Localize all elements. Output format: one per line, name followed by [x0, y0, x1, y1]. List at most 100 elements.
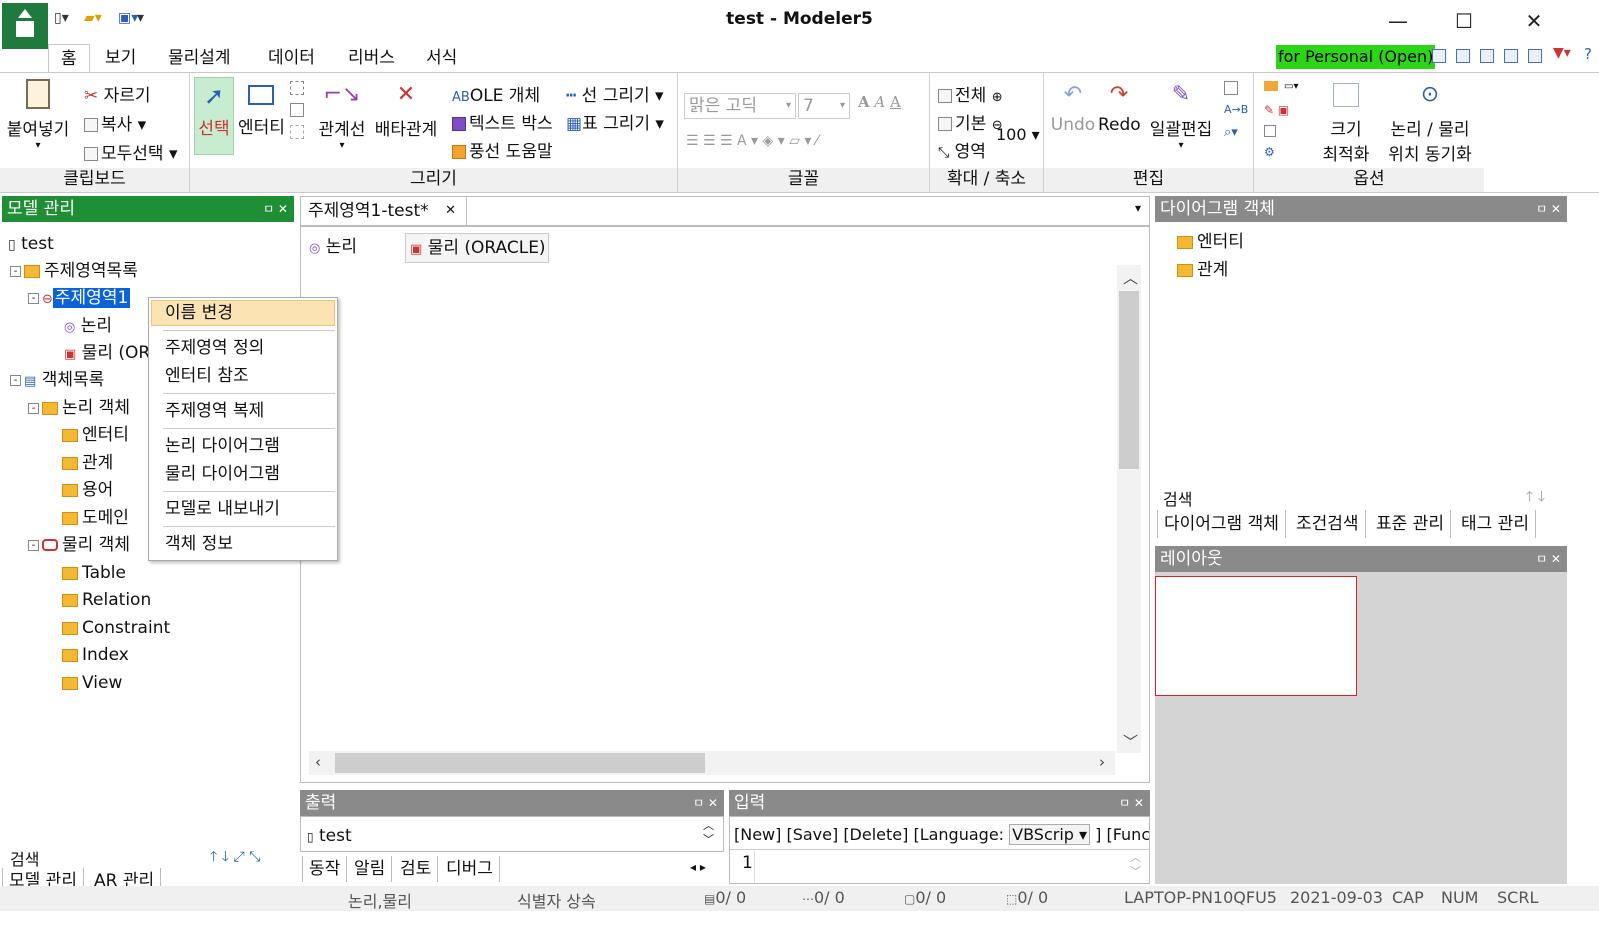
draw-table-button[interactable]: ▦표 그리기 ▾	[566, 109, 664, 134]
sort-arrows-icon[interactable]: 🡑 🡓	[1526, 486, 1545, 510]
subtab-logical[interactable]: ◎ 논리	[309, 233, 357, 261]
zoom-basic-button[interactable]: 기본 ⊖	[938, 109, 1003, 134]
diagram-object-item[interactable]: 엔터티	[1177, 229, 1244, 255]
filter-icon[interactable]: ▼▾	[1553, 45, 1571, 61]
textbox-button[interactable]: 텍스트 박스	[452, 109, 553, 134]
tree-term[interactable]: 용어	[62, 477, 113, 503]
menu-item-subject-define[interactable]: 주제영역 정의	[165, 335, 264, 361]
layout-icon[interactable]	[1504, 49, 1518, 63]
select-all-button[interactable]: 모두선택 ▾	[84, 139, 178, 164]
output-tab-scroll-icons[interactable]: ◂ ▸	[690, 860, 706, 874]
tab-diagram-objects[interactable]: 다이어그램 객체	[1157, 510, 1286, 538]
zoom-area-button[interactable]: ⤡ 영역	[938, 137, 986, 162]
input-scroll-icon[interactable]: ︿ ﹀	[1130, 851, 1141, 879]
tab-reverse[interactable]: 리버스	[336, 44, 407, 73]
panel-pin-close-icon[interactable]: ㅁ ✕	[1119, 790, 1144, 816]
tree-domain[interactable]: 도메인	[62, 505, 129, 531]
panel-pin-close-icon[interactable]: ㅁ ✕	[1536, 196, 1561, 222]
script-toolbar-funct[interactable]: ] [Funct	[1095, 825, 1149, 844]
relationship-line-button[interactable]: ⌐↘ 관계선 ▾	[314, 83, 370, 152]
diagram-canvas[interactable]: ◎ 논리 ▣ 물리 (ORACLE) ︿ ﹀ ‹ ›	[300, 226, 1150, 783]
zoom-all-button[interactable]: 전체 ⊕	[938, 81, 1003, 106]
scroll-up-icon[interactable]: ︿	[1123, 267, 1138, 288]
copy-button[interactable]: 복사 ▾	[84, 110, 146, 135]
tab-alert[interactable]: 알림	[348, 856, 393, 882]
horizontal-scrollbar[interactable]: ‹ ›	[309, 751, 1115, 775]
tree-relation[interactable]: 관계	[62, 450, 113, 476]
cut-button[interactable]: ✂ 자르기	[84, 81, 151, 106]
font-size-select[interactable]: 7 ▾	[798, 93, 850, 119]
tab-view[interactable]: 보기	[93, 44, 148, 73]
layout-viewport-rect[interactable]	[1155, 576, 1357, 696]
horizontal-scroll-thumb[interactable]	[335, 753, 705, 773]
menu-item-entity-reference[interactable]: 엔터티 참조	[165, 363, 249, 389]
layout-icon[interactable]	[1432, 49, 1446, 63]
option-small-icon[interactable]: ▭▾	[1284, 81, 1298, 92]
subtab-physical[interactable]: ▣ 물리 (ORACLE)	[405, 233, 549, 263]
tree-phys-item[interactable]: Relation	[62, 587, 151, 613]
menu-item-rename[interactable]: 이름 변경	[165, 300, 233, 326]
redo-button[interactable]: ↷ Redo	[1098, 83, 1141, 136]
collapse-icon[interactable]: -	[28, 292, 39, 304]
panel-pin-close-icon[interactable]: ㅁ ✕	[1536, 546, 1561, 572]
small-tool-icon[interactable]	[290, 81, 304, 95]
select-tool-button[interactable]: ➚ 선택	[194, 77, 234, 155]
menu-item-subject-duplicate[interactable]: 주제영역 복제	[165, 398, 264, 424]
tab-home[interactable]: 홈	[48, 44, 90, 73]
bulk-edit-button[interactable]: ✎ 일괄편집 ▾	[1146, 83, 1216, 152]
menu-item-logical-diagram[interactable]: 논리 다이어그램	[165, 433, 280, 459]
tree-phys-item[interactable]: Index	[62, 642, 129, 668]
exclusive-relation-button[interactable]: ✕ 배타관계	[374, 83, 438, 141]
paste-button[interactable]: 붙여넣기 ▾	[4, 79, 72, 151]
layout-overview[interactable]	[1155, 572, 1567, 884]
maximize-button[interactable]: ☐	[1441, 6, 1487, 36]
tab-physical-design[interactable]: 물리설계	[156, 44, 243, 73]
diagram-object-item[interactable]: 관계	[1177, 257, 1228, 283]
layout-icon[interactable]	[1528, 49, 1542, 63]
tree-logical[interactable]: ◎ 논리	[64, 313, 112, 339]
tree-root[interactable]: ▯ test	[8, 231, 54, 257]
undo-button[interactable]: ↶ Undo	[1050, 83, 1096, 136]
collapse-icon[interactable]: -	[28, 539, 39, 551]
minimize-button[interactable]: —	[1375, 6, 1421, 36]
collapse-icon[interactable]: -	[10, 374, 21, 386]
scroll-left-icon[interactable]: ‹	[315, 753, 321, 771]
tab-tag-manage[interactable]: 태그 관리	[1455, 510, 1536, 538]
menu-item-physical-diagram[interactable]: 물리 다이어그램	[165, 461, 280, 487]
tab-format[interactable]: 서식	[414, 44, 469, 73]
align-buttons[interactable]: ☰ ☰ ☰ A ▾ ◈ ▾ ▱ ▾ ⁄	[686, 133, 818, 149]
tab-data[interactable]: 데이터	[256, 44, 327, 73]
font-face-select[interactable]: 맑은 고딕 ▾	[684, 93, 796, 119]
help-icon[interactable]: ?	[1584, 45, 1592, 63]
entity-tool-button[interactable]: 엔터티	[238, 83, 285, 138]
option-small-icon[interactable]: ✎ ▣	[1264, 103, 1289, 117]
tree-nav-icons[interactable]: 🡑 🡓 ⤢ ⤡	[210, 846, 260, 870]
script-toolbar[interactable]: [New] [Save] [Delete] [Language: VBScrip…	[734, 824, 1149, 845]
document-tab[interactable]: 주제영역1-test* ✕	[301, 197, 467, 225]
tab-standard-manage[interactable]: 표준 관리	[1370, 510, 1451, 538]
vertical-scroll-thumb[interactable]	[1119, 291, 1139, 469]
tree-object-list[interactable]: - ▤ 객체목록	[10, 367, 104, 393]
small-edit-icon[interactable]	[1224, 81, 1238, 95]
draw-line-button[interactable]: ┅ 선 그리기 ▾	[566, 81, 664, 106]
size-optimize-button[interactable]: 크기 최적화	[1314, 83, 1378, 165]
search-icon[interactable]: ⌕▾	[1224, 125, 1238, 140]
output-scroll-icon[interactable]: ︿ ﹀	[703, 819, 714, 847]
panel-pin-close-icon[interactable]: ㅁ ✕	[693, 790, 718, 816]
tree-phys-item[interactable]: View	[62, 670, 122, 696]
tree-logical-objects[interactable]: - 논리 객체	[28, 395, 130, 421]
tree-phys-item[interactable]: Table	[62, 560, 126, 586]
font-style-buttons[interactable]: A A A	[858, 93, 901, 111]
scroll-down-icon[interactable]: ﹀	[1123, 731, 1138, 752]
panel-pin-close-icon[interactable]: ㅁ ✕	[263, 196, 288, 222]
tab-review[interactable]: 검토	[394, 856, 439, 882]
close-tab-icon[interactable]: ✕	[445, 197, 456, 225]
tab-debug[interactable]: 디버그	[440, 856, 500, 882]
tree-subject-list[interactable]: - 주제영역목록	[10, 258, 138, 284]
tab-action[interactable]: 동작	[302, 856, 348, 882]
scroll-right-icon[interactable]: ›	[1099, 753, 1105, 771]
option-small-icon[interactable]	[1264, 81, 1278, 91]
close-button[interactable]: ✕	[1511, 6, 1557, 36]
tab-condition-search[interactable]: 조건검색	[1290, 510, 1366, 538]
layout-icon[interactable]	[1456, 49, 1470, 63]
